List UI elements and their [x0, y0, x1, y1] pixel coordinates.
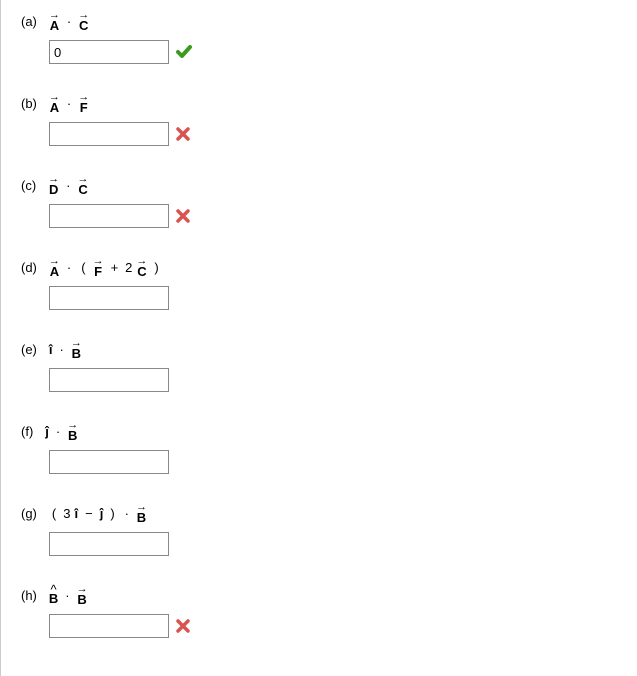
cross-icon [175, 208, 191, 224]
vector-A: →A [49, 10, 60, 32]
label-marker-a: (a) [21, 14, 37, 29]
scalar-3: 3 [63, 506, 70, 521]
vector-F: →F [93, 256, 104, 278]
answer-input-a[interactable] [49, 40, 169, 64]
dot-op: · [125, 506, 129, 521]
unit-j-hat: ĵ [45, 424, 49, 439]
vector-F: →F [78, 92, 89, 114]
label-marker-h: (h) [21, 588, 37, 603]
answer-input-b[interactable] [49, 122, 169, 146]
vector-A: →A [49, 256, 60, 278]
dot-op: · [67, 96, 71, 111]
answer-input-g[interactable] [49, 532, 169, 556]
scalar-2: 2 [125, 260, 132, 275]
vector-A: →A [49, 92, 60, 114]
question-d-label: (d) →A · ( →F + 2 →C ) [21, 256, 617, 278]
question-g: (g) ( 3 î − ĵ ) · →B [21, 502, 617, 556]
question-e-label: (e) î · →B [21, 338, 617, 360]
vector-B: →B [67, 420, 78, 442]
dot-op: · [66, 178, 70, 193]
answer-row-e [49, 368, 617, 392]
dot-op: · [56, 424, 60, 439]
unit-j-hat: ĵ [100, 506, 104, 521]
answer-row-h [49, 614, 617, 638]
unit-i-hat: î [49, 342, 53, 357]
vector-B: →B [71, 338, 82, 360]
dot-op: · [67, 260, 71, 275]
answer-input-c[interactable] [49, 204, 169, 228]
plus-op: + [111, 260, 119, 275]
answer-row-f [49, 450, 617, 474]
question-b-label: (b) →A · →F [21, 92, 617, 114]
vector-B: →B [136, 502, 147, 524]
question-d: (d) →A · ( →F + 2 →C ) [21, 256, 617, 310]
answer-input-f[interactable] [49, 450, 169, 474]
question-h: (h) ^B · →B [21, 584, 617, 638]
dot-op: · [67, 14, 71, 29]
rparen: ) [110, 506, 114, 521]
lparen: ( [81, 260, 85, 275]
cross-icon [175, 126, 191, 142]
answer-row-c [49, 204, 617, 228]
dot-op: · [65, 588, 69, 603]
answer-row-d [49, 286, 617, 310]
answer-input-e[interactable] [49, 368, 169, 392]
label-marker-g: (g) [21, 506, 37, 521]
vector-C: →C [78, 10, 89, 32]
label-marker-b: (b) [21, 96, 37, 111]
label-marker-c: (c) [21, 178, 36, 193]
lparen: ( [52, 506, 56, 521]
question-c: (c) →D · →C [21, 174, 617, 228]
question-f: (f) ĵ · →B [21, 420, 617, 474]
question-a-label: (a) →A · →C [21, 10, 617, 32]
answer-row-g [49, 532, 617, 556]
label-marker-d: (d) [21, 260, 37, 275]
question-a: (a) →A · →C [21, 10, 617, 64]
unit-B-hat: ^B [49, 586, 58, 605]
label-marker-f: (f) [21, 424, 33, 439]
question-h-label: (h) ^B · →B [21, 584, 617, 606]
answer-row-a [49, 40, 617, 64]
question-e: (e) î · →B [21, 338, 617, 392]
question-c-label: (c) →D · →C [21, 174, 617, 196]
vector-C: →C [136, 256, 147, 278]
rparen: ) [154, 260, 158, 275]
vector-C: →C [78, 174, 89, 196]
question-b: (b) →A · →F [21, 92, 617, 146]
question-g-label: (g) ( 3 î − ĵ ) · →B [21, 502, 617, 524]
vector-B: →B [77, 584, 88, 606]
dot-op: · [60, 342, 64, 357]
question-f-label: (f) ĵ · →B [21, 420, 617, 442]
check-icon [175, 43, 193, 61]
label-marker-e: (e) [21, 342, 37, 357]
vector-D: →D [48, 174, 59, 196]
answer-row-b [49, 122, 617, 146]
answer-input-d[interactable] [49, 286, 169, 310]
unit-i-hat: î [74, 506, 78, 521]
answer-input-h[interactable] [49, 614, 169, 638]
cross-icon [175, 618, 191, 634]
minus-op: − [85, 506, 93, 521]
